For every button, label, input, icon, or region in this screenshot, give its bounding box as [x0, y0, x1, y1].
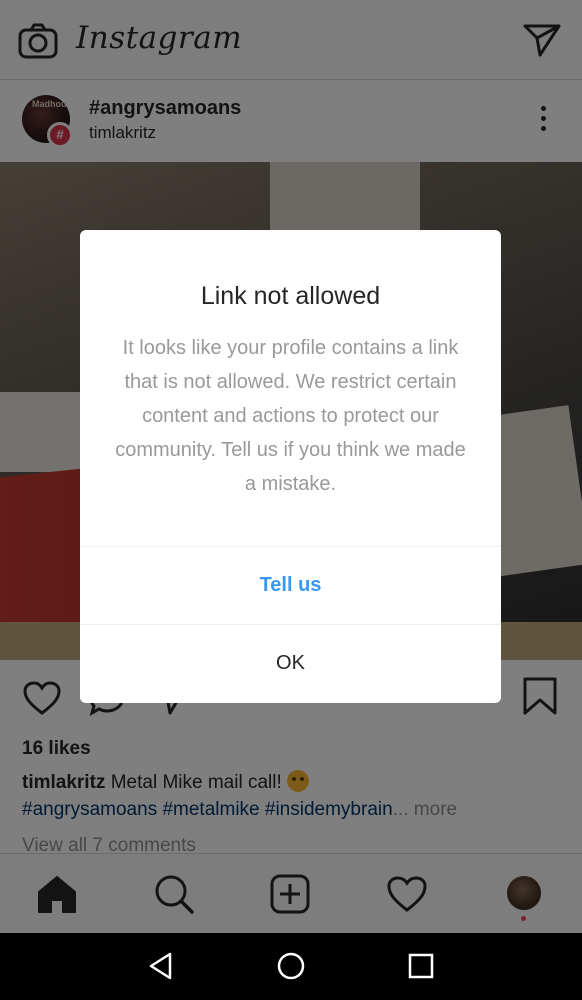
recents-icon[interactable]	[406, 951, 436, 981]
system-navigation-bar	[0, 933, 582, 1000]
ok-button[interactable]: OK	[80, 625, 501, 702]
back-icon[interactable]	[146, 951, 176, 981]
home-circle-icon[interactable]	[276, 951, 306, 981]
link-not-allowed-dialog: Link not allowed It looks like your prof…	[80, 230, 501, 703]
dialog-body: It looks like your profile contains a li…	[115, 337, 466, 495]
instagram-screen: Instagram Madhou # #angrysamoans timlakr…	[0, 0, 582, 1000]
dialog-title: Link not allowed	[200, 282, 381, 310]
tell-us-button[interactable]: Tell us	[80, 547, 501, 624]
